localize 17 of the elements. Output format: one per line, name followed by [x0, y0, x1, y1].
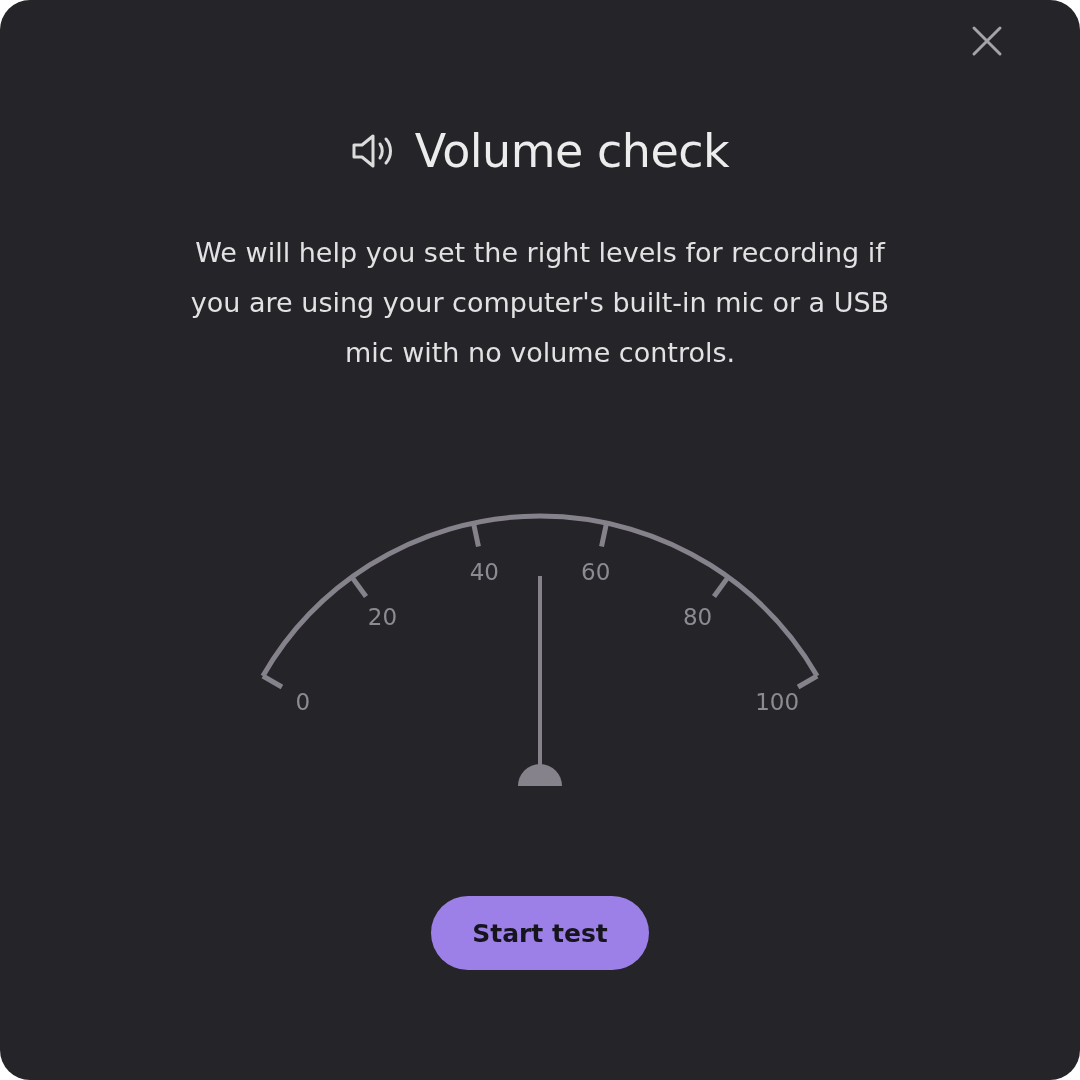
dialog-title: Volume check [414, 124, 730, 178]
needle-hub [518, 764, 562, 786]
tick-label: 80 [682, 604, 713, 631]
tick-label: 40 [469, 558, 499, 585]
tick-label: 60 [581, 558, 611, 585]
tick-mark [261, 673, 284, 690]
tick-label: 0 [295, 689, 311, 715]
tick-mark [796, 673, 819, 690]
tick-label: 100 [755, 689, 800, 715]
start-test-button[interactable]: Start test [431, 896, 649, 970]
tick-label: 20 [367, 604, 398, 631]
tick-mark [349, 575, 369, 598]
tick-mark [599, 522, 609, 547]
tick-mark [711, 575, 731, 598]
tick-mark [471, 522, 481, 547]
close-icon [971, 25, 1003, 57]
description-text: We will help you set the right levels for recording if you are using your computer's built-in mic or a USB mic with no volume controls. [190, 236, 890, 370]
